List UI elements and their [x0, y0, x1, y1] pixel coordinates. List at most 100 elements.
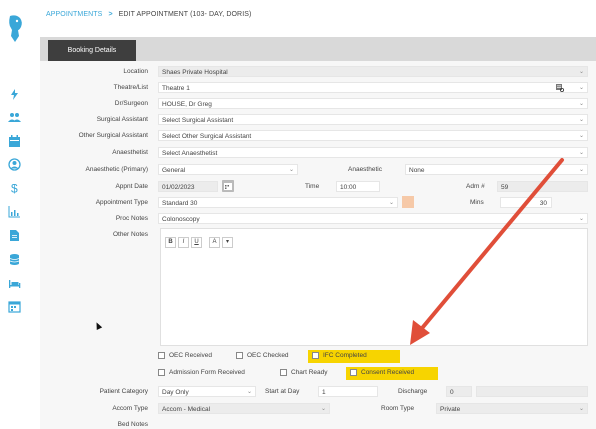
time-input[interactable]: 10:00 [336, 181, 380, 192]
chevron-down-icon: ⌄ [288, 167, 294, 173]
consent-received-label: Consent Received [361, 369, 415, 376]
user-circle-icon[interactable] [8, 158, 21, 171]
font-color-dropdown[interactable]: ▾ [222, 237, 233, 248]
italic-button[interactable]: I [178, 237, 189, 248]
theatre-label: Theatre/List [113, 84, 148, 91]
checkbox-box[interactable] [280, 368, 287, 376]
breadcrumb-separator: > [108, 11, 113, 18]
chevron-down-icon: ⌄ [578, 406, 584, 412]
appt-type-value: Standard 30 [162, 200, 198, 207]
svg-text:$: $ [11, 182, 18, 195]
anaesthetic-select[interactable]: None ⌄ [405, 164, 588, 175]
bold-button[interactable]: B [165, 237, 176, 248]
anaesthetist-select[interactable]: Select Anaesthetist ⌄ [158, 147, 588, 158]
database-icon[interactable] [8, 253, 21, 266]
proc-notes-value: Colonoscopy [162, 216, 200, 223]
patient-category-label: Patient Category [99, 388, 148, 395]
checkbox-box[interactable] [158, 351, 165, 359]
document-icon[interactable] [8, 229, 21, 242]
anaesthetist-label: Anaesthetist [112, 149, 148, 156]
anaesthetic-label: Anaesthetic [348, 166, 382, 173]
surgeon-value: HOUSE, Dr Greg [162, 101, 212, 108]
location-value: Shaes Private Hospital [162, 69, 228, 76]
dollar-icon[interactable]: $ [8, 181, 21, 195]
accom-type-select[interactable]: Accom - Medical ⌄ [158, 403, 330, 414]
list-lookup-icon[interactable] [556, 84, 564, 92]
accom-type-value: Accom - Medical [162, 406, 211, 413]
appt-date-input[interactable]: 01/02/2023 [158, 181, 218, 192]
location-label: Location [123, 68, 148, 75]
anaesthetist-value: Select Anaesthetist [162, 150, 218, 157]
chart-ready-checkbox[interactable]: Chart Ready [280, 367, 328, 379]
calendar-picker-icon[interactable] [222, 180, 234, 192]
underline-button[interactable]: U [191, 237, 202, 248]
surgeon-select[interactable]: HOUSE, Dr Greg ⌄ [158, 98, 588, 109]
time-label: Time [305, 183, 320, 190]
calendar-grid-icon[interactable] [8, 300, 21, 313]
ifc-completed-checkbox[interactable]: IFC Completed [312, 350, 367, 362]
calendar-icon[interactable] [8, 135, 21, 148]
anaesthetic-primary-value: General [162, 167, 186, 174]
anaesthetic-primary-select[interactable]: General ⌄ [158, 164, 298, 175]
appt-type-select[interactable]: Standard 30 ⌄ [158, 197, 398, 208]
bolt-icon[interactable] [8, 88, 21, 101]
mins-input[interactable]: 30 [500, 197, 552, 208]
patient-category-select[interactable]: Day Only ⌄ [158, 386, 256, 397]
proc-notes-select[interactable]: Colonoscopy ⌄ [158, 213, 588, 224]
breadcrumb: APPOINTMENTS > EDIT APPOINTMENT (103- DAY,… [46, 11, 251, 18]
chevron-down-icon: ⌄ [388, 200, 394, 206]
logo-icon[interactable] [6, 14, 24, 44]
oec-checked-label: OEC Checked [247, 352, 289, 359]
room-type-label: Room Type [381, 405, 415, 412]
theatre-select[interactable]: Theatre 1 ⌄ [158, 82, 588, 93]
breadcrumb-appointments-link[interactable]: APPOINTMENTS [46, 11, 102, 18]
adm-label: Adm # [466, 183, 485, 190]
chevron-down-icon: ⌄ [578, 117, 584, 123]
accom-type-label: Accom Type [112, 405, 148, 412]
start-at-day-value: 1 [322, 389, 326, 396]
bed-icon[interactable] [8, 277, 21, 290]
other-assistant-label: Other Surgical Assistant [78, 132, 148, 139]
adm-number: 59 [497, 181, 588, 192]
font-color-button[interactable]: A [209, 237, 220, 248]
chevron-down-icon: ⌄ [578, 101, 584, 107]
chart-icon[interactable] [8, 205, 21, 218]
checkbox-box[interactable] [236, 351, 243, 359]
assistant-value: Select Surgical Assistant [162, 117, 234, 124]
sidebar: $ [0, 0, 28, 429]
checkbox-box[interactable] [158, 368, 165, 376]
assistant-select[interactable]: Select Surgical Assistant ⌄ [158, 114, 588, 125]
oec-checked-checkbox[interactable]: OEC Checked [236, 350, 289, 362]
consent-received-checkbox[interactable]: Consent Received [350, 367, 414, 379]
chevron-down-icon: ⌄ [320, 406, 326, 412]
patient-category-value: Day Only [162, 389, 189, 396]
appt-type-label: Appointment Type [95, 199, 148, 206]
time-value: 10:00 [340, 184, 357, 191]
assistant-label: Surgical Assistant [96, 116, 148, 123]
theatre-value: Theatre 1 [162, 85, 190, 92]
mins-value: 30 [539, 200, 547, 207]
admission-form-checkbox[interactable]: Admission Form Received [158, 367, 245, 379]
checkbox-box[interactable] [312, 351, 319, 359]
other-assistant-select[interactable]: Select Other Surgical Assistant ⌄ [158, 130, 588, 141]
anaesthetic-value: None [409, 167, 425, 174]
location-select[interactable]: Shaes Private Hospital ⌄ [158, 66, 588, 77]
chevron-down-icon: ⌄ [578, 150, 584, 156]
appt-type-color-swatch[interactable] [402, 196, 414, 208]
chevron-down-icon: ⌄ [578, 216, 584, 222]
chevron-down-icon: ⌄ [246, 389, 252, 395]
chevron-down-icon: ⌄ [578, 85, 584, 91]
discharge-value: 0 [450, 389, 454, 396]
discharge-input[interactable]: 0 [446, 386, 472, 397]
users-icon[interactable] [8, 111, 21, 124]
chevron-down-icon: ⌄ [578, 133, 584, 139]
breadcrumb-current: EDIT APPOINTMENT (103- DAY, DORIS) [118, 11, 252, 18]
other-assistant-value: Select Other Surgical Assistant [162, 133, 252, 140]
tab-booking-details[interactable]: Booking Details [48, 40, 136, 61]
start-at-day-input[interactable]: 1 [318, 386, 378, 397]
oec-received-checkbox[interactable]: OEC Received [158, 350, 212, 362]
appt-date-value: 01/02/2023 [162, 184, 195, 191]
room-type-select[interactable]: Private ⌄ [436, 403, 588, 414]
checkbox-box[interactable] [350, 368, 357, 376]
discharge-date-field [476, 386, 588, 397]
